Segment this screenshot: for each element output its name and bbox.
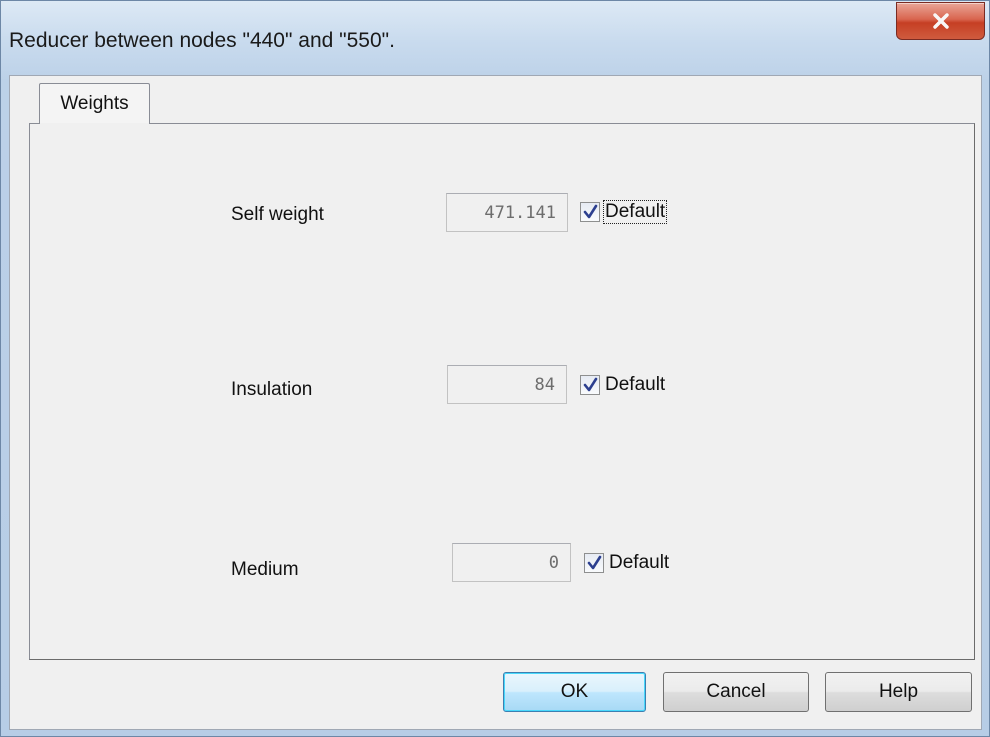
medium-default-checkbox[interactable]: Default <box>584 551 670 575</box>
help-button[interactable]: Help <box>825 672 972 712</box>
dialog-window: Reducer between nodes "440" and "550". W… <box>0 0 990 737</box>
insulation-field[interactable] <box>447 365 567 404</box>
checkbox-box[interactable] <box>584 553 604 573</box>
checkmark-icon <box>583 377 598 392</box>
medium-field[interactable] <box>452 543 571 582</box>
close-button[interactable] <box>896 2 985 40</box>
close-icon <box>932 13 949 29</box>
ok-button[interactable]: OK <box>503 672 646 712</box>
tab-weights[interactable]: Weights <box>39 83 150 125</box>
cancel-button[interactable]: Cancel <box>663 672 809 712</box>
checkmark-icon <box>583 204 598 219</box>
window-title: Reducer between nodes "440" and "550". <box>9 29 395 52</box>
self-weight-default-checkbox[interactable]: Default <box>580 200 668 224</box>
checkbox-box[interactable] <box>580 375 600 395</box>
title-bar[interactable]: Reducer between nodes "440" and "550". <box>1 1 989 71</box>
checkmark-icon <box>587 555 602 570</box>
insulation-default-label: Default <box>605 374 666 395</box>
self-weight-field[interactable] <box>446 193 568 232</box>
insulation-label: Insulation <box>231 379 313 400</box>
self-weight-default-label: Default <box>602 200 668 224</box>
insulation-default-checkbox[interactable]: Default <box>580 373 666 397</box>
checkbox-box[interactable] <box>580 202 600 222</box>
medium-label: Medium <box>231 559 299 580</box>
medium-default-label: Default <box>609 552 670 573</box>
self-weight-label: Self weight <box>231 204 324 225</box>
